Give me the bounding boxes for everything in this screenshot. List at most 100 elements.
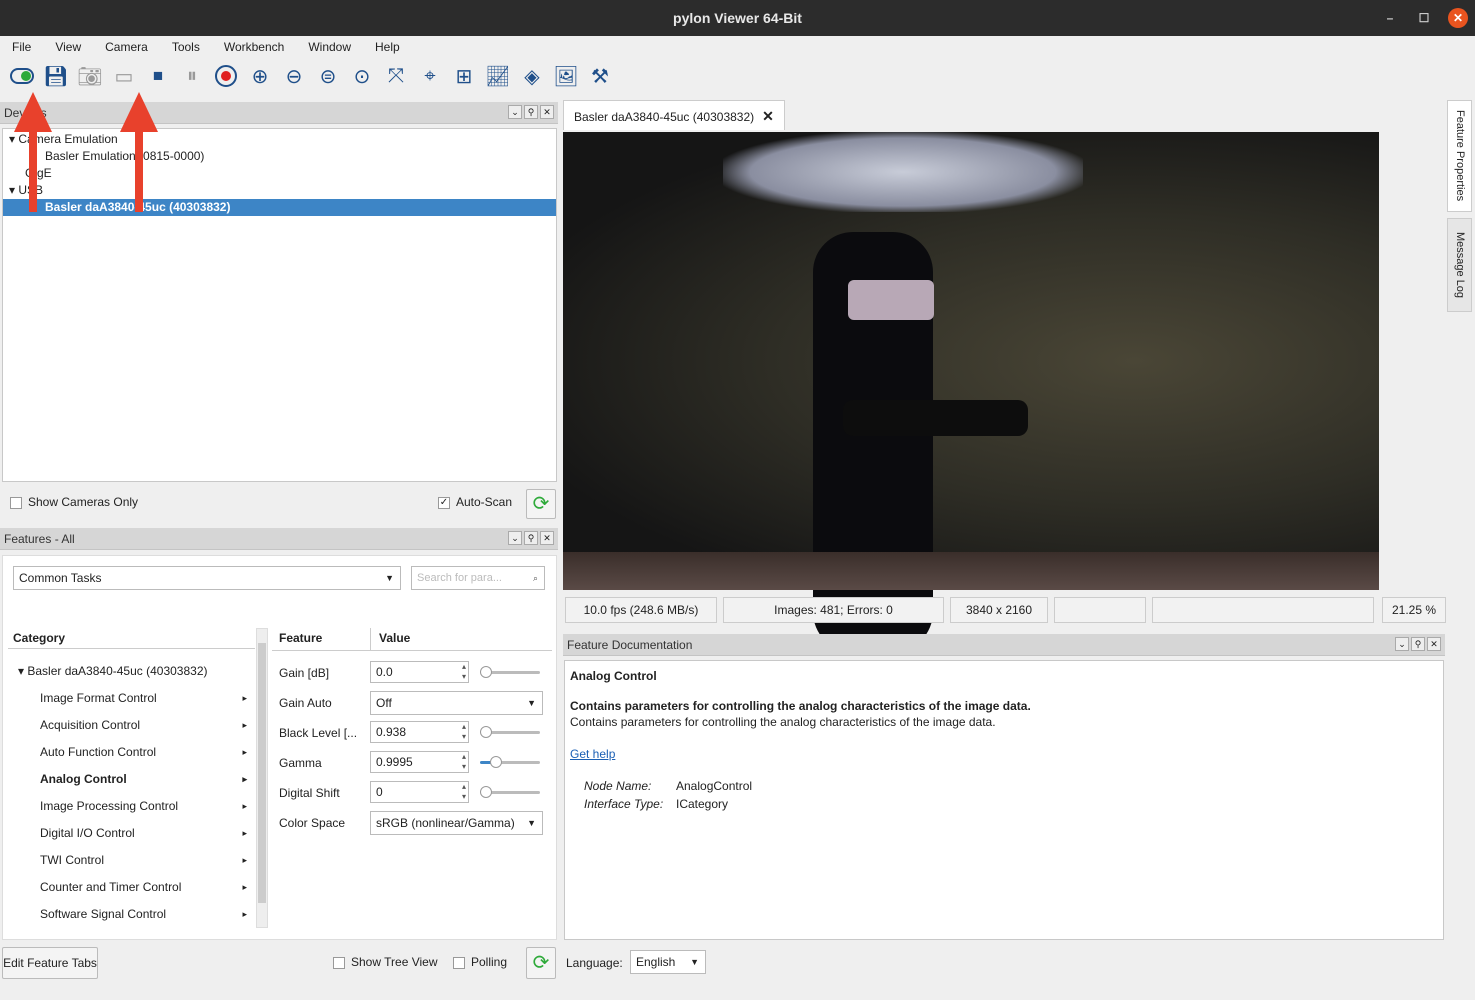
menu-tools[interactable]: Tools (160, 36, 212, 58)
devices-title: Devices (0, 102, 558, 124)
minimize-button[interactable]: – (1380, 8, 1400, 28)
zoom-out-button[interactable]: ⊖ (280, 62, 308, 90)
message-log-tab[interactable]: Message Log (1447, 218, 1472, 312)
menu-file[interactable]: File (0, 36, 43, 58)
zoom-100-icon: ⊙ (353, 65, 371, 88)
black-level-slider[interactable] (480, 726, 540, 738)
histogram-button[interactable]: 📈︎ (484, 62, 512, 90)
collapse-icon[interactable]: ⌄ (508, 105, 522, 119)
gain-input[interactable]: 0.0 (370, 661, 469, 683)
category-item[interactable]: Digital I/O Control ▸ (8, 820, 255, 847)
gamma-input[interactable]: 0.9995 (370, 751, 469, 773)
menu-window[interactable]: Window (296, 36, 363, 58)
menu-camera[interactable]: Camera (93, 36, 160, 58)
chevron-right-icon: ▸ (242, 693, 247, 703)
zoom-status: 21.25 % (1382, 597, 1446, 623)
black-level-input[interactable]: 0.938 (370, 721, 469, 743)
digital-shift-slider[interactable] (480, 786, 540, 798)
language-select[interactable]: English ▼ (630, 950, 706, 974)
tree-item-basler-daa3840[interactable]: Basler daA3840-45uc (40303832) (3, 199, 556, 216)
feature-view-select[interactable]: Common Tasks ▼ (13, 566, 401, 590)
get-help-link[interactable]: Get help (570, 747, 1438, 761)
center-button[interactable]: ⌖ (416, 62, 444, 90)
camera-image[interactable] (563, 132, 1379, 652)
feature-search-input[interactable]: Search for para... ⌕ (411, 566, 545, 590)
menu-workbench[interactable]: Workbench (212, 36, 296, 58)
single-shot-button[interactable]: 📷︎ (76, 62, 104, 90)
edit-feature-tabs-button[interactable]: Edit Feature Tabs (2, 947, 98, 979)
images-status: Images: 481; Errors: 0 (723, 597, 944, 623)
tree-item-camera-emulation[interactable]: ▾ Camera Emulation (3, 131, 556, 148)
device-tools-button[interactable]: ⚒ (586, 62, 614, 90)
color-space-select[interactable]: sRGB (nonlinear/Gamma) ▼ (370, 811, 543, 835)
category-label: Basler daA3840-45uc (40303832) (27, 664, 208, 678)
digital-shift-input[interactable]: 0 (370, 781, 469, 803)
tree-item-basler-emulation[interactable]: Basler Emulation (0815-0000) (3, 148, 556, 165)
show-cameras-only-checkbox[interactable]: Show Cameras Only (10, 495, 138, 509)
close-icon[interactable]: ✕ (540, 105, 554, 119)
category-item-selected[interactable]: Analog Control ▸ (8, 766, 255, 793)
polling-checkbox[interactable]: Polling (453, 955, 507, 969)
category-label: Image Format Control (40, 691, 157, 705)
maximize-button[interactable]: ☐ (1414, 8, 1434, 28)
refresh-features-button[interactable]: ⟳ (526, 947, 556, 979)
show-tree-view-checkbox[interactable]: Show Tree View (333, 955, 438, 969)
close-icon[interactable]: ✕ (1427, 637, 1441, 651)
category-label: Image Processing Control (40, 799, 179, 813)
category-label: Counter and Timer Control (40, 880, 182, 894)
node-name-value: AnalogControl (676, 779, 753, 793)
tree-item-gige[interactable]: GigE (3, 165, 556, 182)
close-tab-icon[interactable]: ✕ (762, 108, 774, 124)
image-icon: 🖼︎ (553, 65, 579, 88)
category-label: Digital I/O Control (40, 826, 135, 840)
stop-button[interactable]: ⏹︎ (144, 62, 172, 90)
pin-icon[interactable]: ⚲ (524, 531, 538, 545)
zoom-in-button[interactable]: ⊕ (246, 62, 274, 90)
gain-slider[interactable] (480, 666, 540, 678)
fit-window-button[interactable]: ⤧ (382, 62, 410, 90)
continuous-shot-button[interactable]: ▭ (110, 62, 138, 90)
category-item[interactable]: Auto Function Control ▸ (8, 739, 255, 766)
category-item[interactable]: Software Signal Control ▸ (8, 901, 255, 928)
window-title: pylon Viewer 64-Bit (673, 10, 802, 26)
category-item[interactable]: Counter and Timer Control ▸ (8, 874, 255, 901)
pause-button[interactable]: ⏸︎ (178, 62, 206, 90)
collapse-icon[interactable]: ⌄ (508, 531, 522, 545)
doc-title: Feature Documentation (563, 634, 1445, 656)
record-button[interactable] (212, 62, 240, 90)
grid-button[interactable]: ⊞ (450, 62, 478, 90)
menu-view[interactable]: View (43, 36, 93, 58)
save-button[interactable]: 💾︎ (42, 62, 70, 90)
category-item[interactable]: Image Processing Control ▸ (8, 793, 255, 820)
camera-icon: 📷︎ (77, 65, 103, 88)
pin-icon[interactable]: ⚲ (524, 105, 538, 119)
menu-help[interactable]: Help (363, 36, 412, 58)
language-label: Language: (566, 956, 623, 970)
pixel-inspect-button[interactable]: ◈ (518, 62, 546, 90)
category-item[interactable]: Image Format Control ▸ (8, 685, 255, 712)
doc-description: Contains parameters for controlling the … (570, 715, 996, 729)
image-button[interactable]: 🖼︎ (552, 62, 580, 90)
close-button[interactable]: ✕ (1448, 8, 1468, 28)
pin-icon[interactable]: ⚲ (1411, 637, 1425, 651)
feature-name: Digital Shift (279, 786, 340, 800)
zoom-fit-button[interactable]: ⊜ (314, 62, 342, 90)
open-camera-button[interactable] (8, 62, 36, 90)
gain-auto-select[interactable]: Off ▼ (370, 691, 543, 715)
image-tab[interactable]: Basler daA3840-45uc (40303832) ✕ (563, 100, 785, 130)
close-icon[interactable]: ✕ (540, 531, 554, 545)
category-root[interactable]: ▾ Basler daA3840-45uc (40303832) (8, 658, 255, 685)
tree-item-usb[interactable]: ▾ USB (3, 182, 556, 199)
title-bar: pylon Viewer 64-Bit – ☐ ✕ (0, 0, 1475, 36)
refresh-devices-button[interactable]: ⟳ (526, 489, 556, 519)
collapse-icon[interactable]: ⌄ (1395, 637, 1409, 651)
feature-properties-tab[interactable]: Feature Properties (1447, 100, 1472, 212)
category-scrollbar[interactable] (256, 628, 268, 928)
stop-icon: ⏹︎ (153, 64, 163, 87)
gamma-slider[interactable] (480, 756, 540, 768)
category-item[interactable]: TWI Control ▸ (8, 847, 255, 874)
auto-scan-checkbox[interactable]: ✓ Auto-Scan (438, 495, 512, 509)
category-item[interactable]: Acquisition Control ▸ (8, 712, 255, 739)
zoom-100-button[interactable]: ⊙ (348, 62, 376, 90)
doc-panel-header: Feature Documentation ⌄ ⚲ ✕ (563, 634, 1445, 656)
